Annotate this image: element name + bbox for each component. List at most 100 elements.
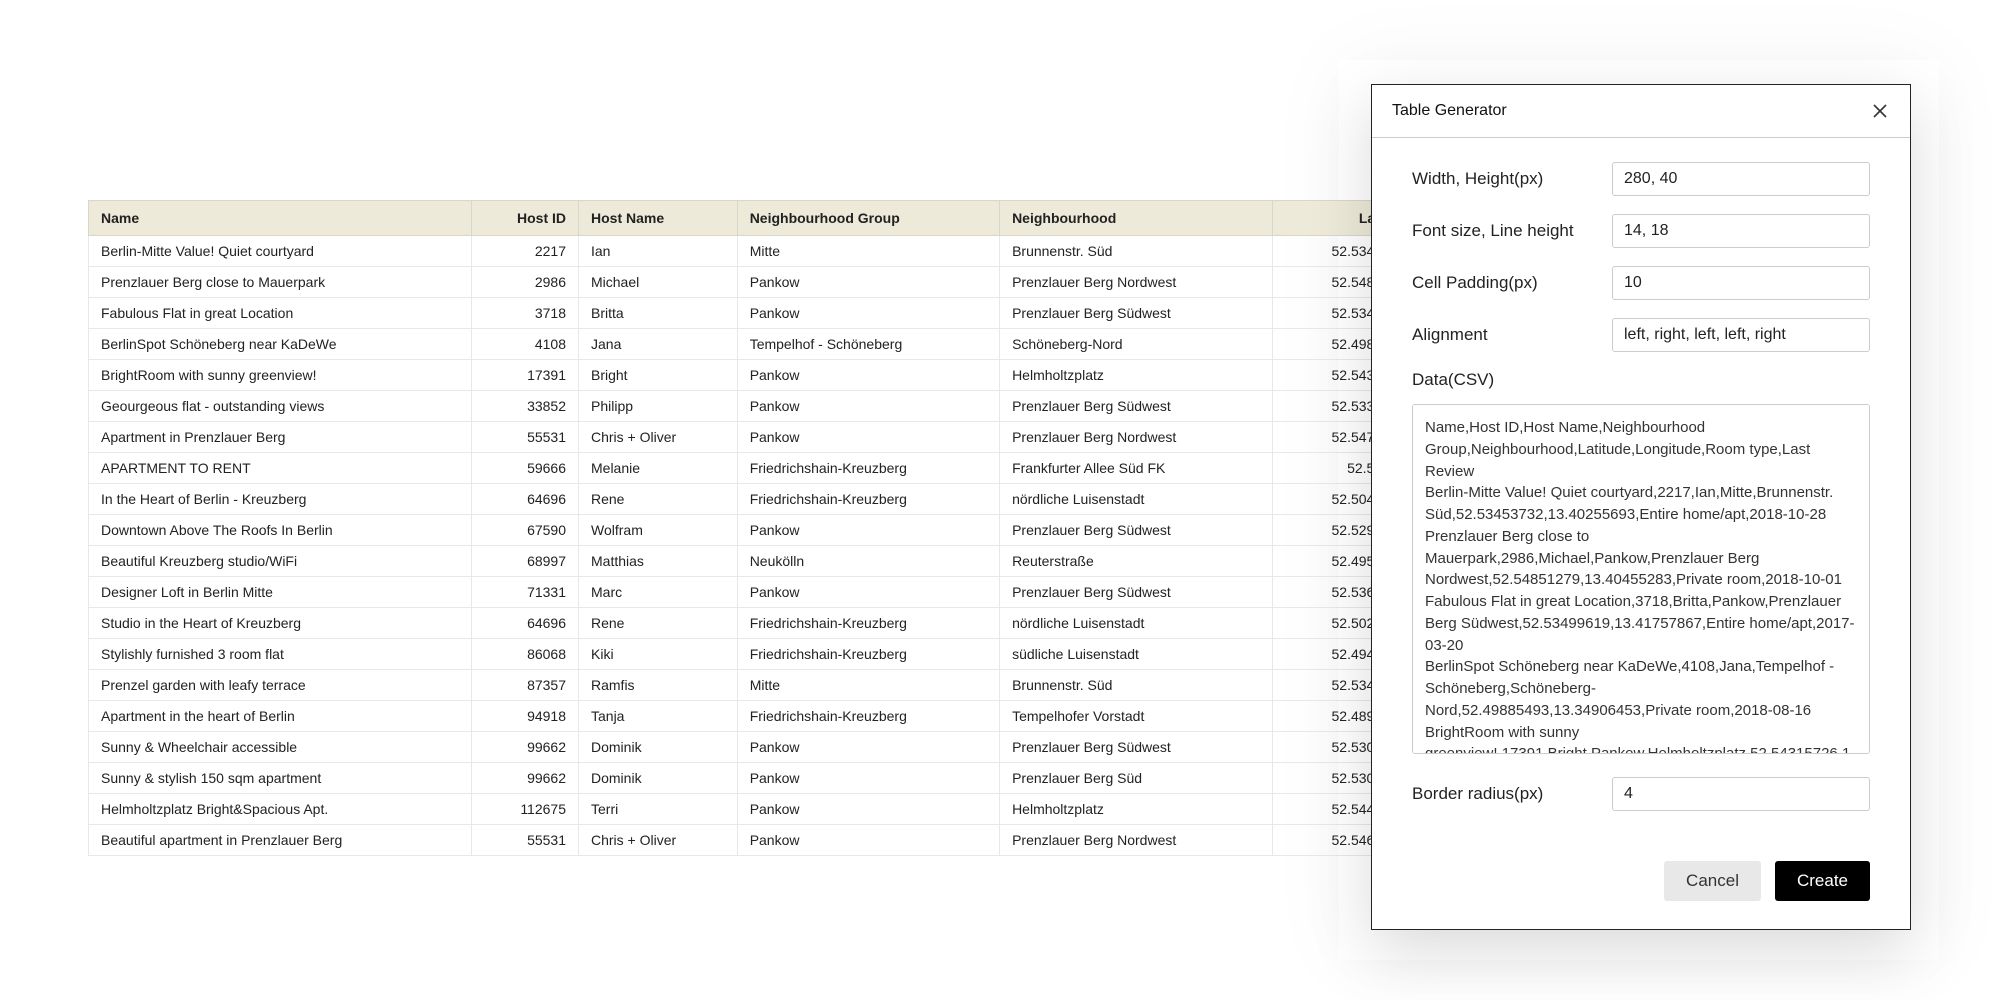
table-cell: In the Heart of Berlin - Kreuzberg [89, 484, 472, 515]
table-header-cell: Name [89, 201, 472, 236]
table-cell: Chris + Oliver [579, 422, 738, 453]
table-cell: 99662 [472, 763, 579, 794]
table-header-cell: Neighbourhood [1000, 201, 1272, 236]
table-cell: Friedrichshain-Kreuzberg [737, 453, 999, 484]
table-cell: Prenzel garden with leafy terrace [89, 670, 472, 701]
modal-header: Table Generator [1372, 85, 1910, 138]
table-cell: Prenzlauer Berg Süd [1000, 763, 1272, 794]
table-cell: Tempelhof - Schöneberg [737, 329, 999, 360]
label-data-csv: Data(CSV) [1412, 370, 1870, 390]
table-cell: BrightRoom with sunny greenview! [89, 360, 472, 391]
table-cell: Helmholtzplatz [1000, 360, 1272, 391]
table-cell: Rene [579, 484, 738, 515]
table-cell: Pankow [737, 515, 999, 546]
table-cell: 2217 [472, 236, 579, 267]
table-cell: Beautiful Kreuzberg studio/WiFi [89, 546, 472, 577]
table-cell: Apartment in Prenzlauer Berg [89, 422, 472, 453]
table-cell: Pankow [737, 732, 999, 763]
table-cell: Kiki [579, 639, 738, 670]
table-cell: Pankow [737, 763, 999, 794]
table-cell: Brunnenstr. Süd [1000, 670, 1272, 701]
table-cell: Friedrichshain-Kreuzberg [737, 639, 999, 670]
table-cell: APARTMENT TO RENT [89, 453, 472, 484]
table-cell: 55531 [472, 422, 579, 453]
table-cell: Pankow [737, 267, 999, 298]
table-cell: Prenzlauer Berg close to Mauerpark [89, 267, 472, 298]
label-width-height: Width, Height(px) [1412, 169, 1612, 189]
table-cell: Fabulous Flat in great Location [89, 298, 472, 329]
label-font-size: Font size, Line height [1412, 221, 1612, 241]
field-cell-padding: Cell Padding(px) [1412, 266, 1870, 300]
table-cell: Philipp [579, 391, 738, 422]
table-cell: Apartment in the heart of Berlin [89, 701, 472, 732]
field-font-size: Font size, Line height [1412, 214, 1870, 248]
table-header-cell: Neighbourhood Group [737, 201, 999, 236]
table-cell: 3718 [472, 298, 579, 329]
create-button[interactable]: Create [1775, 861, 1870, 901]
modal-footer: Cancel Create [1372, 841, 1910, 929]
table-cell: Studio in the Heart of Kreuzberg [89, 608, 472, 639]
table-cell: Matthias [579, 546, 738, 577]
table-cell: Pankow [737, 422, 999, 453]
close-icon[interactable] [1870, 101, 1890, 121]
modal-body: Width, Height(px) Font size, Line height… [1372, 138, 1910, 841]
table-cell: 112675 [472, 794, 579, 825]
table-cell: Stylishly furnished 3 room flat [89, 639, 472, 670]
label-cell-padding: Cell Padding(px) [1412, 273, 1612, 293]
table-cell: Helmholtzplatz Bright&Spacious Apt. [89, 794, 472, 825]
table-cell: 64696 [472, 484, 579, 515]
table-cell: Rene [579, 608, 738, 639]
table-cell: nördliche Luisenstadt [1000, 608, 1272, 639]
table-cell: Ramfis [579, 670, 738, 701]
table-cell: Pankow [737, 577, 999, 608]
field-alignment: Alignment [1412, 318, 1870, 352]
table-cell: 99662 [472, 732, 579, 763]
table-cell: Mitte [737, 670, 999, 701]
table-cell: nördliche Luisenstadt [1000, 484, 1272, 515]
table-cell: Beautiful apartment in Prenzlauer Berg [89, 825, 472, 856]
input-width-height[interactable] [1612, 162, 1870, 196]
table-cell: Sunny & stylish 150 sqm apartment [89, 763, 472, 794]
input-alignment[interactable] [1612, 318, 1870, 352]
table-cell: Friedrichshain-Kreuzberg [737, 484, 999, 515]
table-cell: Chris + Oliver [579, 825, 738, 856]
table-cell: Reuterstraße [1000, 546, 1272, 577]
input-border-radius[interactable] [1612, 777, 1870, 811]
table-cell: 64696 [472, 608, 579, 639]
table-cell: 17391 [472, 360, 579, 391]
field-border-radius: Border radius(px) [1412, 777, 1870, 811]
table-cell: Pankow [737, 360, 999, 391]
table-cell: Dominik [579, 763, 738, 794]
table-cell: Sunny & Wheelchair accessible [89, 732, 472, 763]
table-cell: Pankow [737, 391, 999, 422]
table-cell: 71331 [472, 577, 579, 608]
table-cell: 68997 [472, 546, 579, 577]
table-cell: Friedrichshain-Kreuzberg [737, 608, 999, 639]
table-cell: Prenzlauer Berg Nordwest [1000, 267, 1272, 298]
table-cell: Pankow [737, 825, 999, 856]
table-cell: Ian [579, 236, 738, 267]
input-font-size[interactable] [1612, 214, 1870, 248]
table-cell: Prenzlauer Berg Südwest [1000, 391, 1272, 422]
label-border-radius: Border radius(px) [1412, 784, 1612, 804]
table-cell: Downtown Above The Roofs In Berlin [89, 515, 472, 546]
table-cell: Pankow [737, 298, 999, 329]
table-cell: Berlin-Mitte Value! Quiet courtyard [89, 236, 472, 267]
table-cell: Frankfurter Allee Süd FK [1000, 453, 1272, 484]
table-cell: Melanie [579, 453, 738, 484]
input-data-csv[interactable] [1412, 404, 1870, 754]
table-cell: 67590 [472, 515, 579, 546]
table-cell: 33852 [472, 391, 579, 422]
table-generator-modal: Table Generator Width, Height(px) Font s… [1371, 84, 1911, 930]
input-cell-padding[interactable] [1612, 266, 1870, 300]
table-cell: Wolfram [579, 515, 738, 546]
table-cell: 2986 [472, 267, 579, 298]
cancel-button[interactable]: Cancel [1664, 861, 1761, 901]
table-cell: Schöneberg-Nord [1000, 329, 1272, 360]
table-cell: Prenzlauer Berg Nordwest [1000, 422, 1272, 453]
table-cell: Michael [579, 267, 738, 298]
table-cell: Prenzlauer Berg Nordwest [1000, 825, 1272, 856]
table-cell: BerlinSpot Schöneberg near KaDeWe [89, 329, 472, 360]
table-cell: 59666 [472, 453, 579, 484]
table-cell: Prenzlauer Berg Südwest [1000, 298, 1272, 329]
